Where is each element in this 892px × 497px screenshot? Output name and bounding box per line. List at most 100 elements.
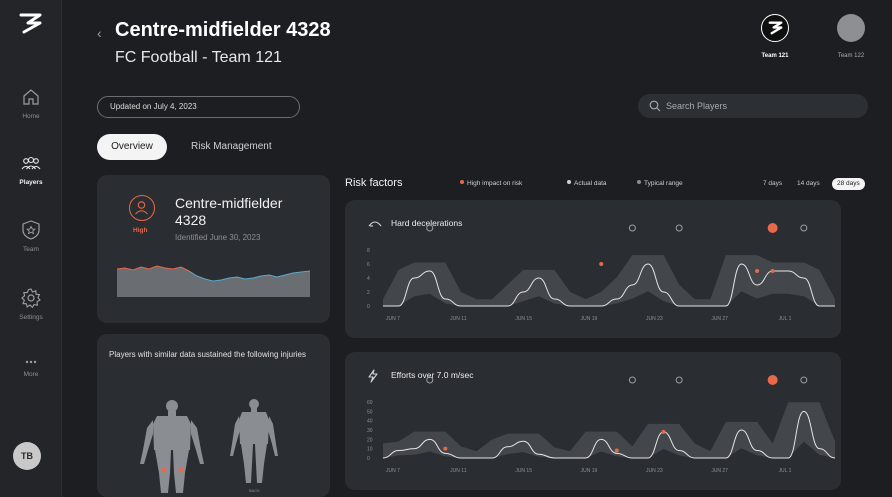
high-impact-point [614,448,619,453]
efforts-over-7ms-chart: 60 50 40 30 20 10 0 JUN 7 JUN 11 JUN 15 JUN 19 JUN … [367,375,836,474]
high-risk-flag-icon [767,223,778,233]
y-tick-label: 4 [367,276,370,282]
x-tick-label: JUN 11 [450,468,467,474]
team-label: Team 122 [837,53,865,59]
high-impact-point [755,269,760,273]
y-tick-label: 20 [367,437,373,443]
x-tick-label: JUN 15 [515,468,532,474]
body-back-figure [230,399,278,483]
chevron-left-icon[interactable]: ‹ [97,25,102,41]
high-risk-flag-icon [767,375,778,385]
identified-date: Identified June 30, 2023 [175,233,261,242]
y-tick-label: 50 [367,409,373,415]
page-title: Centre-midfielder 4328 [115,19,331,41]
x-tick-label: JUN 23 [646,316,663,322]
range-28-days[interactable]: 28 days [832,178,865,190]
gear-icon [21,288,41,309]
sidebar-item-settings[interactable]: Settings [0,287,62,321]
high-impact-point [599,262,604,266]
efforts-over-7ms-card: Efforts over 7.0 m/sec 60 50 40 30 20 10 0 JUN … [345,352,841,490]
y-tick-label: 10 [367,447,373,453]
x-tick-label: JUL 1 [779,468,792,474]
similar-injuries-card: Players with similar data sustained the … [97,334,330,497]
legend-dot [567,180,571,184]
risk-flag-icon [675,224,683,232]
legend-dot [460,180,464,184]
sidebar-item-label: More [23,371,39,378]
range-14-days[interactable]: 14 days [797,178,820,190]
sidebar-item-label: Players [19,179,43,186]
x-tick-label: JUN 27 [711,468,728,474]
risk-flag-icon [800,376,808,384]
risk-factors-title: Risk factors [345,177,403,189]
user-avatar[interactable]: TB [13,442,41,470]
person-icon [135,201,148,215]
risk-flag-icon [800,224,808,232]
sidebar-item-label: Team [23,246,39,253]
team-switch-121[interactable]: Team 121 [748,14,802,59]
body-front-figure [140,400,204,493]
team-shield-icon [22,220,40,240]
search-input[interactable] [666,98,856,114]
risk-flag-icon [426,376,434,384]
team-logo-icon [837,14,865,42]
risk-flag-icon [628,376,636,384]
tab-overview[interactable]: Overview [97,134,167,160]
x-tick-label: JUL 1 [779,316,792,322]
y-tick-label: 60 [367,400,373,406]
hard-decelerations-card: Hard decelerations 8 6 4 2 0 JUN 7 JUN 11 JUN 1… [345,200,841,338]
legend-actual-data: Actual data [567,180,607,187]
updated-date-pill: Updated on July 4, 2023 [97,96,300,118]
sidebar-item-label: Settings [19,314,43,321]
player-name: Centre-midfielder 4328 [175,195,283,228]
sidebar-item-team[interactable]: Team [0,219,62,253]
more-dots-icon [25,360,37,364]
legend-typical-range: Typical range [637,180,683,187]
sidebar-item-more[interactable]: More [0,358,62,378]
sidebar-item-players[interactable]: Players [0,152,62,186]
sidebar: Home Players Team Settings More TB [0,0,62,497]
injuries-description: Players with similar data sustained the … [109,350,306,359]
legend-label: Actual data [574,180,607,187]
range-7-days[interactable]: 7 days [763,178,782,190]
hard-decelerations-chart: 8 6 4 2 0 JUN 7 JUN 11 JUN 15 JUN 19 JUN 23 JUN 27… [367,223,835,322]
legend-dot [637,180,641,184]
y-tick-label: 40 [367,419,373,425]
risk-flag-icon [426,224,434,232]
tab-risk-management[interactable]: Risk Management [191,134,272,160]
x-tick-label: JUN 7 [386,316,400,322]
y-tick-label: 30 [367,428,373,434]
x-tick-label: JUN 19 [581,468,598,474]
typical-range-band [383,255,835,306]
players-icon [21,156,41,170]
risk-trend-sparkline [117,265,310,297]
high-impact-point [770,269,775,273]
body-view-caption: BACK [249,488,260,493]
legend-label: High impact on risk [467,180,523,187]
x-tick-label: JUN 27 [711,316,728,322]
app-logo-icon[interactable] [18,10,44,36]
sidebar-item-home[interactable]: Home [0,86,62,120]
x-tick-label: JUN 15 [515,316,532,322]
page-subtitle: FC Football - Team 121 [115,49,282,66]
typical-range-band [383,402,835,458]
legend-label: Typical range [644,180,683,187]
y-tick-label: 2 [367,290,370,296]
legend-high-impact: High impact on risk [460,180,522,187]
player-summary-card: High Centre-midfielder 4328 Identified J… [97,175,330,323]
home-icon [23,89,39,105]
risk-flag-icon [628,224,636,232]
x-tick-label: JUN 7 [386,468,400,474]
team-logo-icon [761,14,789,42]
team-switch-122[interactable]: Team 122 [826,14,876,59]
risk-level-label: High [133,227,148,234]
team-label: Team 121 [761,53,789,59]
search-bar[interactable] [638,94,868,118]
x-tick-label: JUN 23 [646,468,663,474]
player-risk-avatar [129,195,155,221]
search-icon [649,100,661,112]
x-tick-label: JUN 19 [581,316,598,322]
y-tick-label: 0 [367,304,370,310]
y-tick-label: 6 [367,262,370,268]
x-tick-label: JUN 11 [450,316,467,322]
